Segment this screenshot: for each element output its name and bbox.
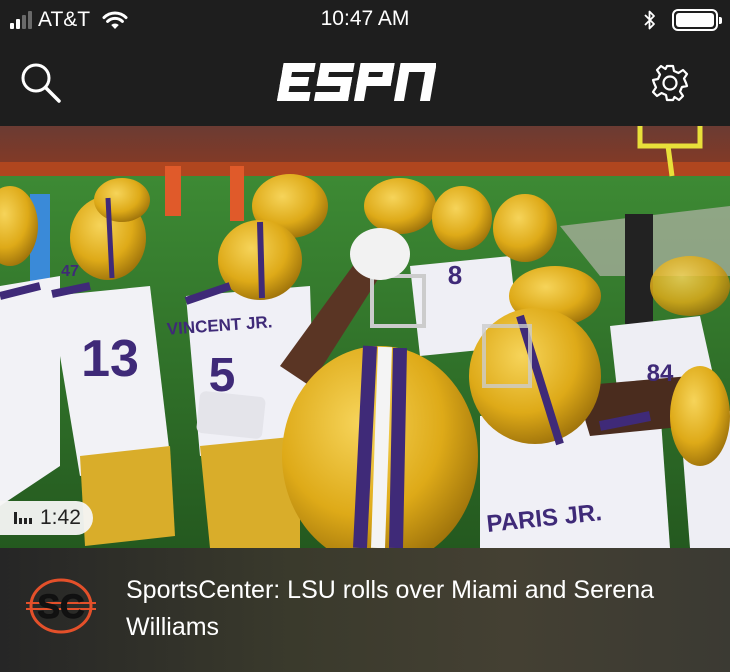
battery-icon xyxy=(672,9,722,31)
video-thumbnail[interactable]: 13 5 8 84 47 VINCENT JR. PARIS JR. 1:42 xyxy=(0,126,730,548)
bluetooth-icon xyxy=(644,10,655,30)
signal-bars-icon xyxy=(14,512,32,524)
app-header xyxy=(0,40,730,126)
football-team-huddle-image: 13 5 8 84 47 VINCENT JR. PARIS JR. xyxy=(0,126,730,548)
status-time: 10:47 AM xyxy=(320,7,410,30)
jersey-number-13: 13 xyxy=(81,330,139,388)
video-duration: 1:42 xyxy=(40,506,81,529)
jersey-number-8: 8 xyxy=(448,260,462,290)
jersey-number-47: 47 xyxy=(61,263,79,280)
story-card[interactable]: SC SportsCenter: LSU rolls over Miami an… xyxy=(0,548,730,672)
battery-fill xyxy=(676,13,714,27)
jersey-number-84: 84 xyxy=(647,360,674,387)
story-title: SportsCenter: LSU rolls over Miami and S… xyxy=(126,576,655,641)
status-right xyxy=(644,7,722,33)
sportscenter-logo-text: SC xyxy=(37,588,84,626)
gear-icon[interactable] xyxy=(650,63,690,103)
status-bar: AT&T 10:47 AM xyxy=(0,0,730,40)
sportscenter-logo: SC xyxy=(26,578,96,634)
search-icon[interactable] xyxy=(18,60,64,106)
espn-logo[interactable] xyxy=(276,61,436,103)
video-duration-badge: 1:42 xyxy=(0,501,93,535)
